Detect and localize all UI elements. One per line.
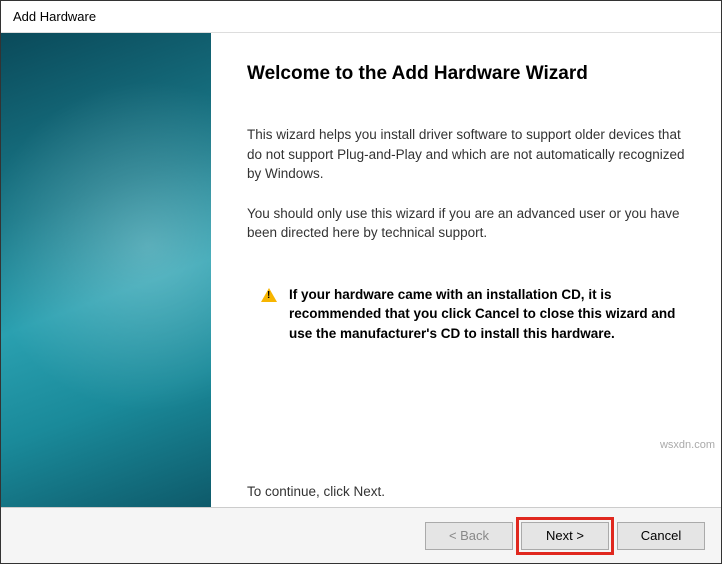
wizard-main-panel: Welcome to the Add Hardware Wizard This … (211, 33, 721, 507)
intro-paragraph-1: This wizard helps you install driver sof… (247, 125, 691, 184)
wizard-sidebar-graphic (1, 33, 211, 507)
continue-instruction: To continue, click Next. (247, 484, 385, 499)
page-title: Welcome to the Add Hardware Wizard (247, 63, 691, 85)
window-title: Add Hardware (13, 9, 96, 24)
next-button[interactable]: Next > (521, 522, 609, 550)
intro-paragraph-2: You should only use this wizard if you a… (247, 204, 691, 243)
wizard-content: Welcome to the Add Hardware Wizard This … (1, 33, 721, 507)
warning-block: If your hardware came with an installati… (247, 285, 691, 344)
warning-icon (261, 288, 277, 302)
watermark: wsxdn.com (660, 439, 715, 451)
window-titlebar: Add Hardware (1, 1, 721, 33)
back-button[interactable]: < Back (425, 522, 513, 550)
wizard-button-row: < Back Next > Cancel (1, 507, 721, 563)
warning-text: If your hardware came with an installati… (289, 285, 691, 344)
cancel-button[interactable]: Cancel (617, 522, 705, 550)
add-hardware-window: Add Hardware Welcome to the Add Hardware… (0, 0, 722, 564)
